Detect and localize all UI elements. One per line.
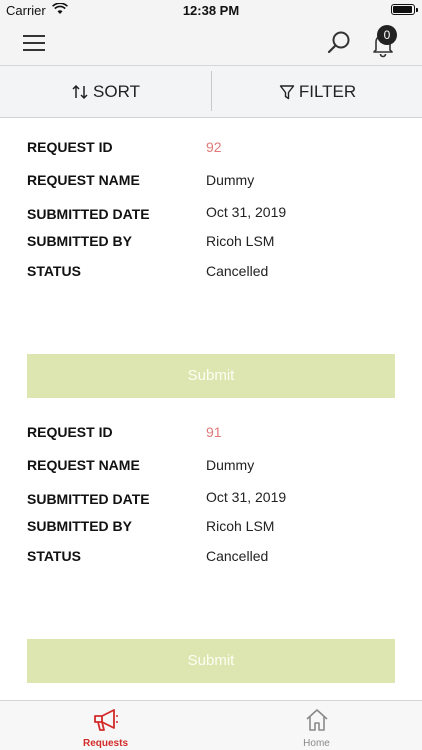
- tab-home[interactable]: Home: [211, 701, 422, 750]
- submitted-by-label: SUBMITTED BY: [27, 233, 132, 249]
- request-id-value: 92: [206, 139, 222, 155]
- request-id-label: REQUEST ID: [27, 139, 113, 155]
- tab-requests[interactable]: Requests: [0, 701, 211, 750]
- bottom-tab-bar: Requests Home: [0, 700, 422, 750]
- sort-filter-bar: SORT FILTER: [0, 66, 422, 118]
- clock: 12:38 PM: [182, 3, 240, 18]
- status-label: STATUS: [27, 263, 81, 279]
- nav-bar: 0: [0, 20, 422, 66]
- filter-button[interactable]: FILTER: [212, 66, 422, 118]
- notification-badge: 0: [377, 25, 397, 45]
- request-name-label: REQUEST NAME: [27, 457, 140, 473]
- tab-requests-label: Requests: [82, 738, 128, 749]
- request-name-label: REQUEST NAME: [27, 172, 140, 188]
- request-name-value: Dummy: [206, 172, 255, 188]
- request-id-value: 91: [206, 424, 222, 440]
- request-id-label: REQUEST ID: [27, 424, 113, 440]
- status-value: Cancelled: [206, 548, 269, 564]
- sort-label: SORT: [93, 82, 140, 101]
- submitted-date-value: Oct 31, 2019: [206, 204, 287, 220]
- search-icon[interactable]: [326, 30, 352, 56]
- sort-button[interactable]: SORT: [0, 66, 211, 118]
- request-card: REQUEST ID 91 REQUEST NAME Dummy SUBMITT…: [0, 403, 422, 688]
- status-bar: Carrier 12:38 PM: [0, 0, 422, 20]
- submitted-by-label: SUBMITTED BY: [27, 518, 132, 534]
- status-label: STATUS: [27, 548, 81, 564]
- battery-icon: [391, 4, 418, 15]
- request-name-value: Dummy: [206, 457, 255, 473]
- request-list[interactable]: REQUEST ID 92 REQUEST NAME Dummy SUBMITT…: [0, 118, 422, 700]
- submitted-date-label: SUBMITTED DATE: [27, 491, 150, 507]
- submit-button[interactable]: Submit: [27, 354, 395, 398]
- tab-home-label: Home: [303, 738, 330, 749]
- submit-button[interactable]: Submit: [27, 639, 395, 683]
- filter-funnel-icon: [279, 85, 295, 100]
- request-card: REQUEST ID 92 REQUEST NAME Dummy SUBMITT…: [0, 118, 422, 403]
- submitted-date-label: SUBMITTED DATE: [27, 206, 150, 222]
- sort-arrows-icon: [72, 84, 88, 100]
- status-value: Cancelled: [206, 263, 269, 279]
- hamburger-menu-icon[interactable]: [22, 32, 46, 54]
- home-icon: [305, 709, 328, 731]
- submitted-by-value: Ricoh LSM: [206, 233, 275, 249]
- filter-label: FILTER: [298, 82, 357, 101]
- submitted-date-value: Oct 31, 2019: [206, 489, 287, 505]
- submitted-by-value: Ricoh LSM: [206, 518, 275, 534]
- megaphone-icon: [93, 709, 118, 731]
